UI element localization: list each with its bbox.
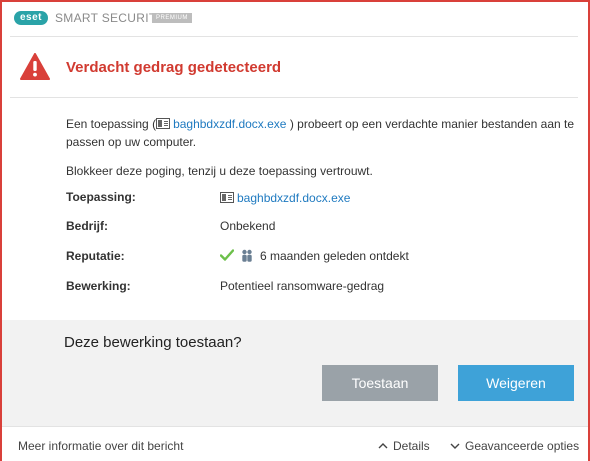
reputation-value: 6 maanden geleden ontdekt <box>220 249 409 263</box>
titlebar: eset SMART SECURITY PREMIUM <box>2 2 588 36</box>
alert-title: Verdacht gedrag gedetecteerd <box>66 59 282 76</box>
application-file-icon <box>156 118 171 129</box>
title-divider <box>10 97 578 98</box>
chevron-down-icon <box>450 443 460 449</box>
eset-logo: eset <box>14 11 48 25</box>
operation-value: Potentieel ransomware-gedrag <box>220 279 385 293</box>
allow-button[interactable]: Toestaan <box>322 365 438 401</box>
reputation-text: 6 maanden geleden ontdekt <box>260 249 409 263</box>
application-file-icon <box>220 192 234 203</box>
block-prompt: Blokkeer deze poging, tenzij u deze toep… <box>66 164 373 178</box>
check-icon <box>220 249 234 261</box>
header-divider <box>10 36 578 37</box>
advanced-options-toggle[interactable]: Geavanceerde opties <box>450 439 579 453</box>
details-toggle[interactable]: Details <box>378 439 430 453</box>
application-label: Toepassing: <box>66 190 136 204</box>
product-name: SMART SECURITY <box>55 11 165 25</box>
company-label: Bedrijf: <box>66 219 108 233</box>
users-icon <box>242 249 252 262</box>
edition-badge: PREMIUM <box>152 13 192 23</box>
description-app-link[interactable]: baghbdxzdf.docx.exe <box>173 117 286 131</box>
action-panel: Deze bewerking toestaan? Toestaan Weiger… <box>2 320 588 426</box>
company-link[interactable]: Onbekend <box>220 219 275 233</box>
reputation-label: Reputatie: <box>66 249 125 263</box>
deny-button[interactable]: Weigeren <box>458 365 574 401</box>
details-label: Details <box>393 439 430 453</box>
description-prefix: Een toepassing ( <box>66 117 157 131</box>
warning-triangle-icon <box>20 53 50 80</box>
operation-label: Bewerking: <box>66 279 131 293</box>
allow-question: Deze bewerking toestaan? <box>64 334 242 351</box>
description: Een toepassing (baghbdxzdf.docx.exe ) pr… <box>66 115 576 151</box>
footer: Meer informatie over dit bericht Details… <box>2 426 588 461</box>
application-link[interactable]: baghbdxzdf.docx.exe <box>237 191 350 205</box>
more-info-link[interactable]: Meer informatie over dit bericht <box>18 439 183 453</box>
chevron-up-icon <box>378 443 388 449</box>
application-value: baghbdxzdf.docx.exe <box>220 191 350 205</box>
alert-window: eset SMART SECURITY PREMIUM Verdacht ged… <box>0 0 590 461</box>
advanced-options-label: Geavanceerde opties <box>465 439 580 453</box>
